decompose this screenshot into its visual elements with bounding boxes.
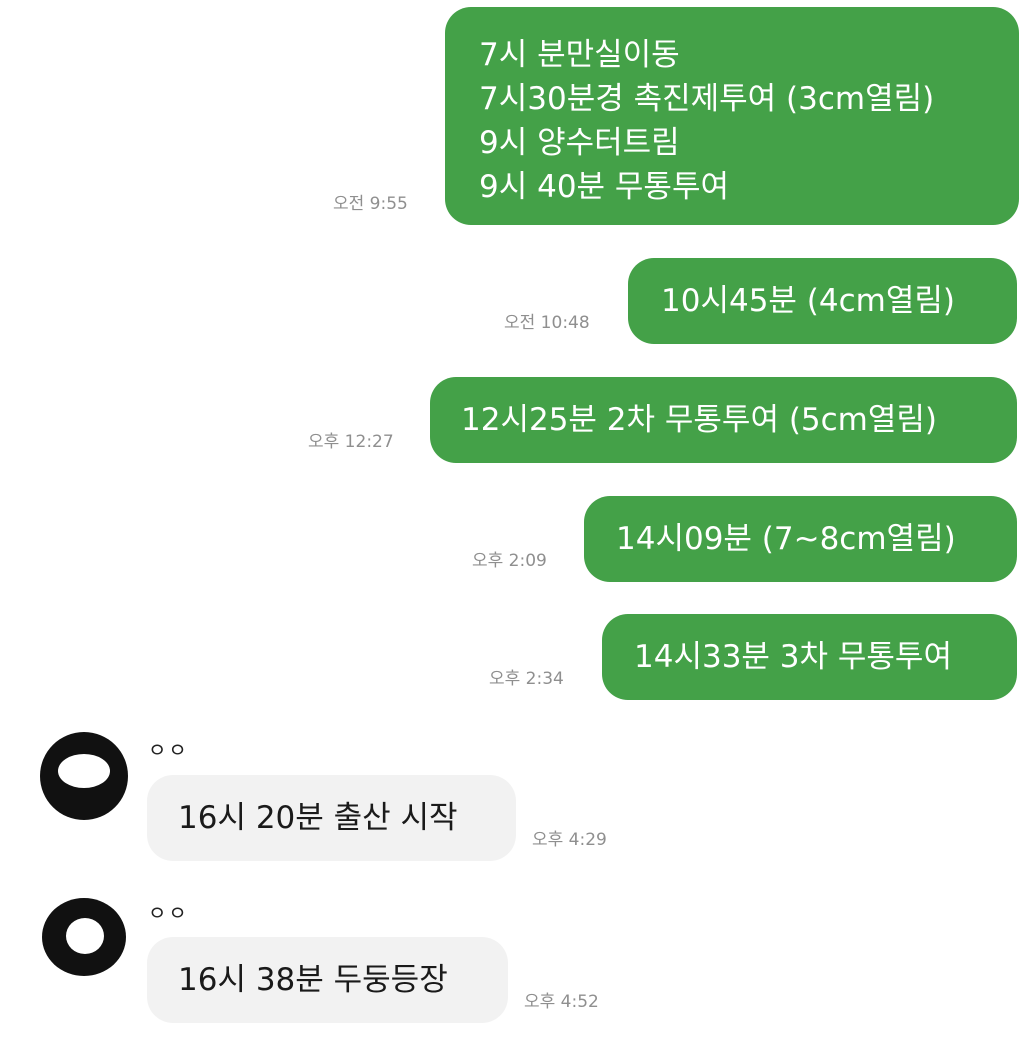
outgoing-message-bubble[interactable]: 14시09분 (7~8cm열림) bbox=[584, 496, 1017, 582]
message-timestamp: 오후 12:27 bbox=[308, 432, 394, 452]
avatar-highlight bbox=[58, 754, 110, 788]
outgoing-message-bubble[interactable]: 7시 분만실이동 7시30분경 촉진제투여 (3cm열림) 9시 양수터트림 9… bbox=[445, 7, 1019, 225]
outgoing-message-bubble[interactable]: 12시25분 2차 무통투여 (5cm열림) bbox=[430, 377, 1017, 463]
incoming-message-bubble[interactable]: 16시 38분 두둥등장 bbox=[147, 937, 508, 1023]
sender-name: ㅇㅇ bbox=[148, 901, 189, 925]
sender-name: ㅇㅇ bbox=[148, 738, 189, 762]
message-timestamp: 오전 10:48 bbox=[504, 313, 590, 333]
avatar[interactable] bbox=[42, 898, 126, 976]
message-timestamp: 오전 9:55 bbox=[333, 194, 408, 214]
message-timestamp: 오후 4:52 bbox=[524, 992, 599, 1012]
message-timestamp: 오후 2:09 bbox=[472, 551, 547, 571]
incoming-message-bubble[interactable]: 16시 20분 출산 시작 bbox=[147, 775, 516, 861]
message-timestamp: 오후 4:29 bbox=[532, 830, 607, 850]
avatar[interactable] bbox=[40, 732, 128, 820]
outgoing-message-bubble[interactable]: 14시33분 3차 무통투여 bbox=[602, 614, 1017, 700]
outgoing-message-bubble[interactable]: 10시45분 (4cm열림) bbox=[628, 258, 1017, 344]
avatar-highlight bbox=[66, 918, 104, 954]
message-timestamp: 오후 2:34 bbox=[489, 669, 564, 689]
